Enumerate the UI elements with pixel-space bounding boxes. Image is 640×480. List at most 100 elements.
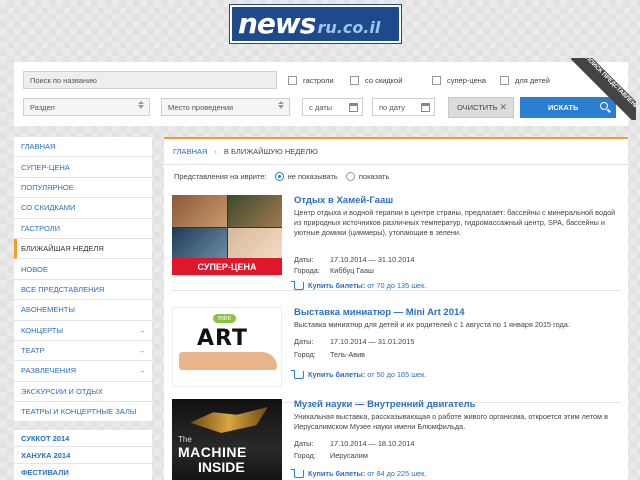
calendar-icon[interactable] [349, 103, 358, 112]
sidebar-item[interactable]: ГАСТРОЛИ [14, 219, 152, 239]
sidebar-item-label: ГАСТРОЛИ [21, 223, 61, 233]
checkbox-label: для детей [515, 76, 550, 85]
arrow-right-icon: → [138, 366, 146, 376]
radio-hide[interactable] [274, 172, 284, 181]
event-image[interactable]: СУПЕР-ЦЕНА [172, 195, 282, 275]
buy-tickets-link[interactable]: Купить билеты: от 50 до 165 шек. [291, 369, 426, 379]
event-dates: Даты: 17.10.2014 — 18.10.2014 [294, 439, 414, 448]
breadcrumb-separator: › [214, 147, 217, 156]
hand-illustration [179, 352, 277, 370]
radio-show-label[interactable]: показать [359, 172, 390, 181]
buy-tickets-label: Купить билеты: [308, 469, 366, 478]
photo-person [228, 228, 282, 258]
city-label: Город: [294, 350, 316, 359]
event-title-link[interactable]: Отдых в Хамей-Гааш [294, 195, 393, 206]
breadcrumb-home-link[interactable]: ГЛАВНАЯ [173, 147, 207, 156]
event-description: Центр отдыха и водной терапии в центре с… [294, 208, 616, 237]
sidebar-item[interactable]: РАЗВЛЕЧЕНИЯ → [14, 361, 152, 382]
breadcrumb-current: В БЛИЖАЙШУЮ НЕДЕЛЮ [223, 147, 318, 156]
main-content: ГЛАВНАЯ › В БЛИЖАЙШУЮ НЕДЕЛЮ Представлен… [164, 137, 628, 480]
checkbox-box[interactable] [432, 76, 441, 85]
radio-hide-label[interactable]: не показывать [288, 172, 338, 181]
cheetah-skeleton-illustration [190, 407, 268, 433]
checkbox-box[interactable] [288, 76, 297, 85]
poster-text-the: The [178, 435, 192, 444]
event-title-link[interactable]: Музей науки — Внутренний двигатель [294, 399, 475, 410]
sidebar-item[interactable]: ГЛАВНАЯ [14, 137, 152, 158]
sidebar-item[interactable]: ТЕАТР → [14, 341, 152, 362]
event-image[interactable]: The MACHINE INSIDE [172, 399, 282, 480]
sidebar-item[interactable]: ТЕАТРЫ И КОНЦЕРТНЫЕ ЗАЛЫ [14, 402, 152, 423]
cart-icon [291, 369, 304, 379]
radio-show[interactable] [345, 172, 355, 181]
sidebar-item-label: ВСЕ ПРЕДСТАВЛЕНИЯ [21, 284, 105, 294]
sidebar-item[interactable]: ВСЕ ПРЕДСТАВЛЕНИЯ [14, 280, 152, 301]
dates-label: Даты: [294, 337, 314, 346]
sidebar-item-label: БЛИЖАЙШАЯ НЕДЕЛЯ [21, 244, 104, 254]
logo-main-text: news [238, 7, 316, 40]
photo-spa-room [172, 195, 227, 227]
clear-button-label: ОЧИСТИТЬ [457, 103, 498, 112]
venue-select-value: Место проведения [168, 102, 234, 112]
event-title-link[interactable]: Выставка миниатюр — Mini Art 2014 [294, 307, 465, 318]
checkbox-super-price[interactable]: супер-цена [432, 76, 486, 85]
sidebar-item[interactable]: НОВОЕ [14, 259, 152, 280]
venue-select[interactable]: Место проведения [161, 98, 290, 116]
checkbox-box[interactable] [500, 76, 509, 85]
event-card: mini ART Выставка миниатюр — Mini Art 20… [172, 307, 620, 403]
sidebar-item[interactable]: АБОНЕМЕНТЫ [14, 300, 152, 321]
sidebar-special-item[interactable]: СУККОТ 2014 [14, 430, 152, 447]
sidebar-item[interactable]: СУПЕР-ЦЕНА [14, 157, 152, 178]
date-to-placeholder: по дату [379, 102, 405, 112]
sidebar-item-label: ТЕАТР [21, 346, 45, 356]
sidebar-special-item[interactable]: ХАНУКА 2014 [14, 447, 152, 464]
mini-art-logo-mini: mini [213, 314, 236, 323]
select-arrows-icon [138, 101, 144, 109]
checkbox-label: гастроли [303, 76, 334, 85]
sidebar-item-label: ГЛАВНАЯ [21, 142, 56, 152]
cart-icon [291, 468, 304, 478]
event-card: The MACHINE INSIDE Музей науки — Внутрен… [172, 399, 620, 480]
buy-tickets-label: Купить билеты: [308, 370, 366, 379]
sidebar-item[interactable]: СО СКИДКАМИ [14, 198, 152, 219]
sidebar-item-label: ПОПУЛЯРНОЕ [21, 182, 74, 192]
date-from-input[interactable]: с даты [302, 98, 363, 116]
hebrew-filter: Представления на иврите: не показывать п… [174, 172, 389, 181]
checkbox-discount[interactable]: со скидкой [350, 76, 402, 85]
sidebar-item-label: ЭКСКУРСИИ И ОТДЫХ [21, 386, 103, 396]
section-select-value: Раздел [30, 102, 55, 112]
checkbox-label: супер-цена [447, 76, 487, 85]
checkbox-kids[interactable]: для детей [500, 76, 550, 85]
cart-icon [291, 280, 304, 290]
section-select[interactable]: Раздел [23, 98, 150, 116]
event-description: Выставка миниатюр для детей и их родител… [294, 320, 570, 329]
buy-tickets-link[interactable]: Купить билеты: от 84 до 225 шек. [291, 468, 427, 478]
search-button[interactable]: ИСКАТЬ [520, 97, 616, 118]
sidebar-item[interactable]: КОНЦЕРТЫ → [14, 321, 152, 341]
event-city: Город: Тель-Авив [294, 350, 365, 359]
event-card: СУПЕР-ЦЕНА Отдых в Хамей-Гааш Центр отды… [172, 195, 620, 291]
sidebar-item[interactable]: ЭКСКУРСИИ И ОТДЫХ [14, 382, 152, 403]
buy-tickets-link[interactable]: Купить билеты: от 70 до 135 шек. [291, 280, 426, 290]
ticket-price: от 84 до 225 шек. [367, 469, 427, 478]
event-image[interactable]: mini ART [172, 307, 282, 387]
checkbox-box[interactable] [350, 76, 359, 85]
poster-text-machine: MACHINE [178, 444, 247, 460]
sidebar-item-label: СО СКИДКАМИ [21, 203, 76, 213]
checkbox-label: со скидкой [365, 76, 403, 85]
city-value: Киббуц Гааш [330, 266, 374, 275]
close-icon: ✕ [499, 102, 507, 112]
clear-button[interactable]: ОЧИСТИТЬ ✕ [448, 97, 514, 118]
search-panel: Поиск по названию гастроли со скидкой су… [14, 62, 628, 126]
date-to-input[interactable]: по дату [372, 98, 435, 116]
sidebar-special-item[interactable]: ФЕСТИВАЛИ [14, 464, 152, 480]
site-logo[interactable]: news ru.co.il [230, 5, 401, 43]
checkbox-touring[interactable]: гастроли [288, 76, 334, 85]
breadcrumb: ГЛАВНАЯ › В БЛИЖАЙШУЮ НЕДЕЛЮ [164, 139, 628, 165]
calendar-icon[interactable] [421, 103, 430, 112]
search-input[interactable]: Поиск по названию [23, 71, 277, 89]
city-value: Иерусалим [330, 451, 368, 460]
hebrew-filter-label: Представления на иврите: [174, 172, 267, 181]
sidebar-item[interactable]: ПОПУЛЯРНОЕ [14, 178, 152, 199]
sidebar-item[interactable]: БЛИЖАЙШАЯ НЕДЕЛЯ [14, 238, 152, 260]
